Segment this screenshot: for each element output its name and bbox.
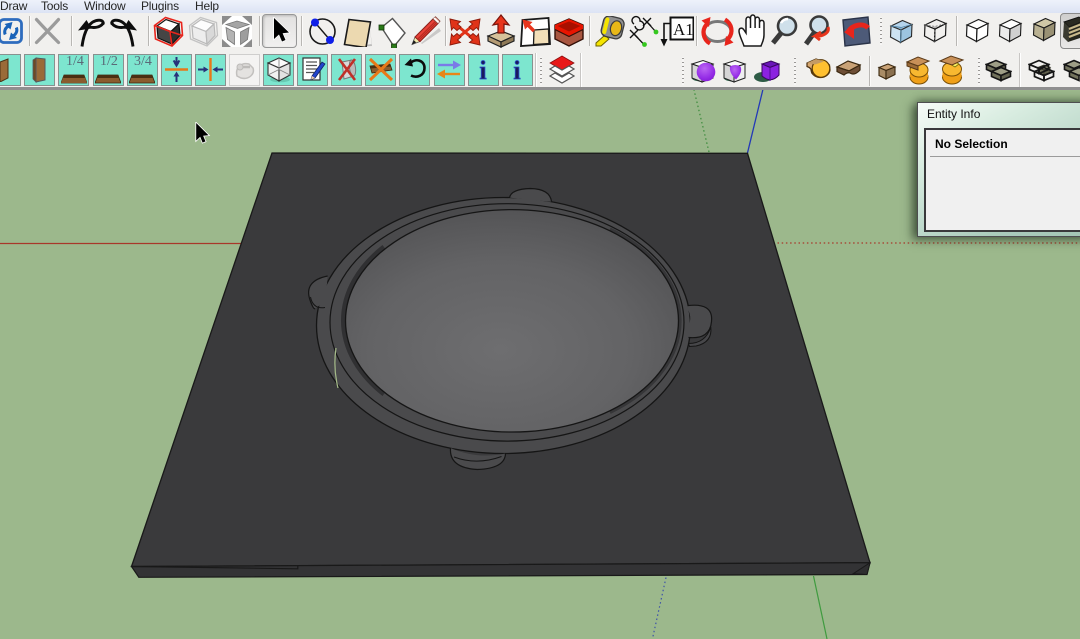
svg-text:i: i <box>479 56 486 84</box>
svg-text:i: i <box>513 56 520 84</box>
svg-text:A1: A1 <box>673 20 694 39</box>
